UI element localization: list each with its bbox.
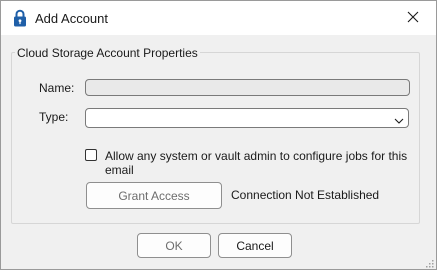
close-button[interactable] <box>390 1 436 35</box>
add-account-dialog: Add Account Cloud Storage Account Proper… <box>0 0 437 270</box>
window-title: Add Account <box>35 11 108 26</box>
ok-button[interactable]: OK <box>137 233 211 258</box>
title-bar: Add Account <box>1 1 436 35</box>
allow-admin-checkbox[interactable] <box>85 149 97 161</box>
chevron-down-icon <box>394 114 404 124</box>
padlock-icon <box>13 9 27 27</box>
name-field[interactable] <box>85 79 410 96</box>
name-label: Name: <box>39 81 75 95</box>
group-title: Cloud Storage Account Properties <box>15 46 200 60</box>
type-select[interactable] <box>85 108 409 128</box>
cancel-button[interactable]: Cancel <box>218 233 292 258</box>
connection-status: Connection Not Established <box>231 188 380 202</box>
allow-admin-label[interactable]: Allow any system or vault admin to confi… <box>105 149 436 177</box>
grant-access-button[interactable]: Grant Access <box>86 182 222 209</box>
close-icon <box>407 11 419 26</box>
type-label: Type: <box>39 110 69 124</box>
resize-grip-icon[interactable] <box>424 257 434 268</box>
